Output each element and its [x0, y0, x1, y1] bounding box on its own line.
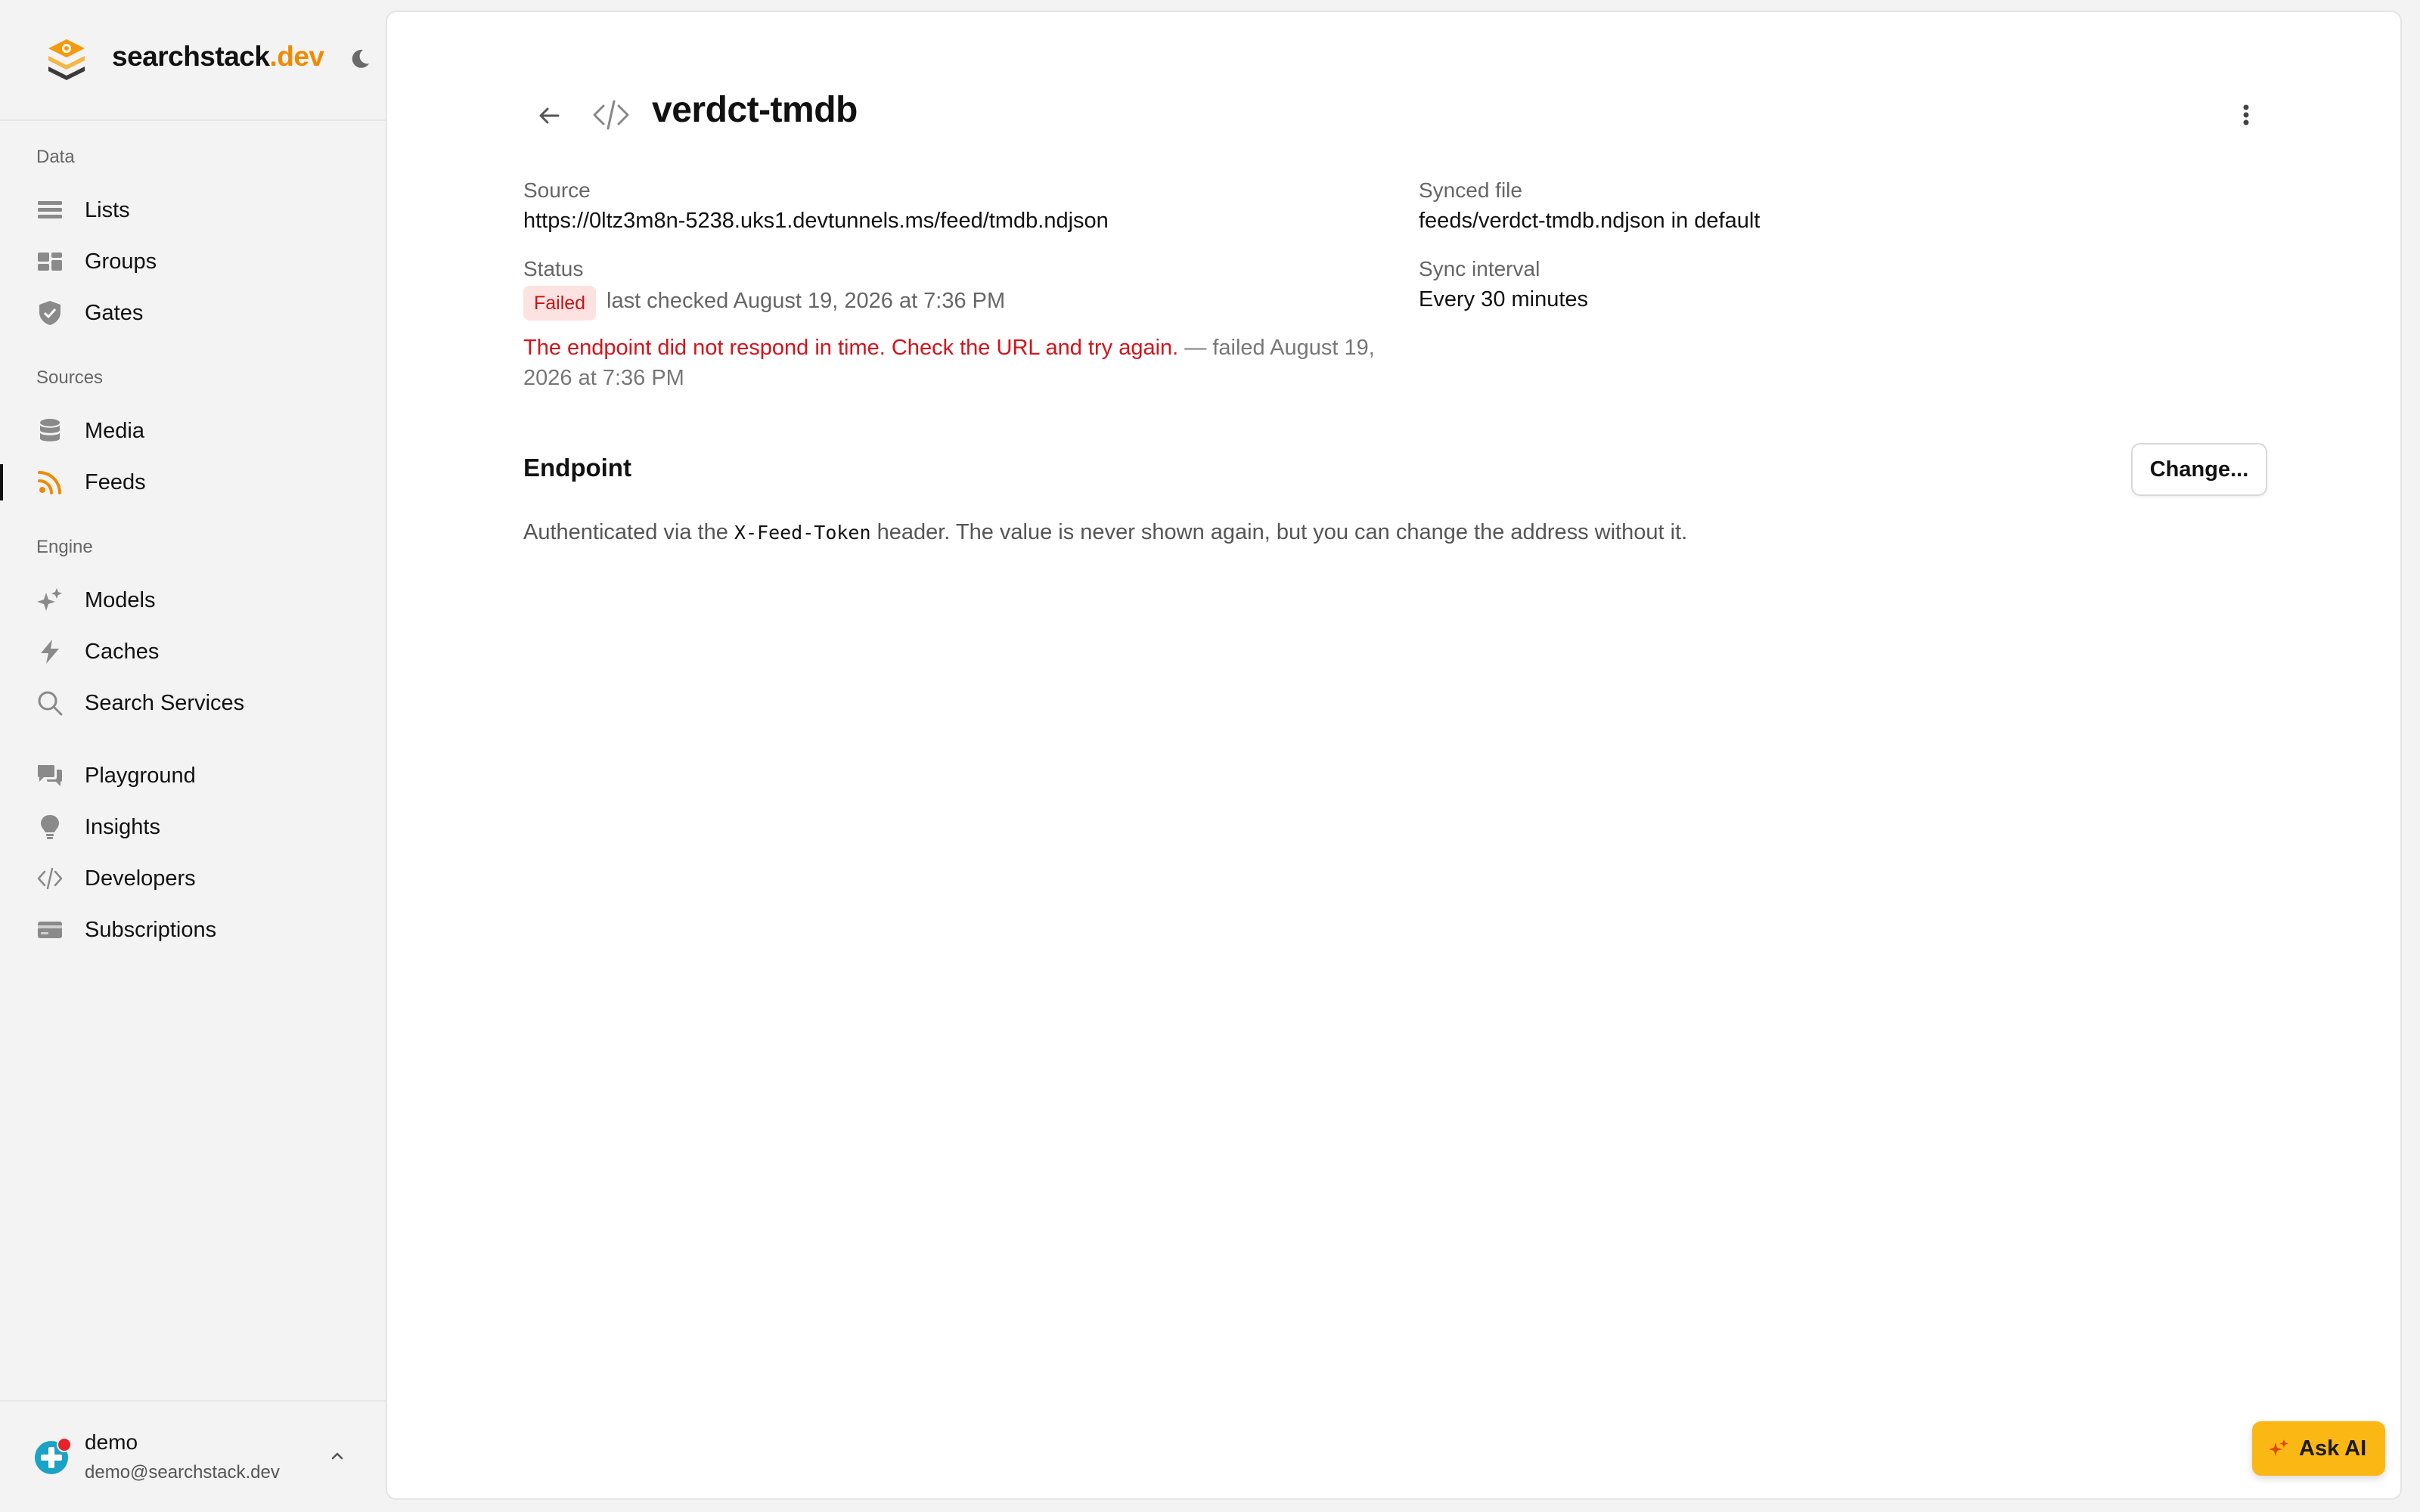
list-icon	[38, 201, 62, 218]
sidebar-item-label: Developers	[85, 866, 196, 891]
nav-section-sources: Sources	[36, 367, 104, 388]
status-badge: Failed	[523, 286, 597, 321]
chevron-up-icon[interactable]	[327, 1445, 348, 1467]
sidebar-item-feeds[interactable]: Feeds	[0, 458, 386, 507]
credit-card-icon	[38, 922, 62, 938]
error-notice: The endpoint did not respond in time. Ch…	[523, 333, 1378, 393]
back-arrow-icon[interactable]	[534, 100, 566, 132]
user-email: demo@searchstack.dev	[85, 1462, 280, 1483]
change-endpoint-button[interactable]: Change...	[2131, 443, 2267, 496]
groups-icon	[38, 253, 62, 271]
brand-header: searchstack.dev	[0, 0, 386, 121]
more-vertical-icon[interactable]	[2231, 98, 2261, 132]
sparkles-icon	[2269, 1439, 2288, 1456]
chat-bubbles-icon	[38, 765, 62, 786]
code-icon	[37, 867, 63, 890]
sidebar-item-subscriptions[interactable]: Subscriptions	[0, 906, 386, 954]
sidebar-item-caches[interactable]: Caches	[0, 627, 386, 676]
sidebar-item-groups[interactable]: Groups	[0, 237, 386, 286]
sidebar-item-playground[interactable]: Playground	[0, 751, 386, 800]
endpoint-heading: Endpoint	[523, 454, 631, 482]
sidebar-item-developers[interactable]: Developers	[0, 854, 386, 903]
sidebar-item-label: Search Services	[85, 691, 245, 715]
search-icon	[38, 691, 63, 716]
sidebar-item-label: Playground	[85, 764, 196, 788]
sidebar-item-label: Models	[85, 588, 156, 612]
logo-icon	[48, 39, 85, 80]
status-label: Status	[523, 257, 584, 280]
sidebar-item-label: Lists	[85, 198, 130, 222]
sidebar-item-label: Gates	[85, 301, 144, 325]
database-icon	[40, 419, 60, 442]
sidebar-item-label: Feeds	[85, 470, 146, 494]
synced-file-value: feeds/verdct-tmdb.ndjson in default	[1419, 209, 1761, 233]
sidebar-item-search-services[interactable]: Search Services	[0, 679, 386, 727]
nav-section-engine: Engine	[36, 537, 93, 557]
sidebar-item-lists[interactable]: Lists	[0, 186, 386, 234]
brand-name[interactable]: searchstack.dev	[112, 41, 324, 73]
sidebar: searchstack.dev Data Lists Groups Gates …	[0, 0, 386, 1512]
header-name-code: X-Feed-Token	[734, 522, 871, 544]
moon-icon[interactable]	[348, 47, 372, 71]
page-title: verdct-tmdb	[652, 90, 858, 130]
sidebar-item-label: Insights	[85, 815, 160, 839]
ask-ai-button[interactable]: Ask AI	[2252, 1421, 2385, 1476]
sidebar-item-media[interactable]: Media	[0, 407, 386, 455]
ask-ai-label: Ask AI	[2299, 1436, 2367, 1461]
code-icon	[593, 100, 629, 130]
endpoint-description: Authenticated via the X-Feed-Token heade…	[523, 520, 1688, 544]
sidebar-item-gates[interactable]: Gates	[0, 289, 386, 337]
source-label: Source	[523, 178, 591, 202]
sidebar-item-label: Media	[85, 419, 144, 443]
sidebar-item-insights[interactable]: Insights	[0, 803, 386, 851]
main-panel: verdct-tmdb Source https://0ltz3m8n-5238…	[386, 11, 2402, 1500]
shield-icon	[39, 301, 60, 325]
bolt-icon	[41, 640, 59, 664]
rss-icon	[38, 471, 61, 494]
sync-interval-value: Every 30 minutes	[1419, 287, 1589, 311]
lightbulb-icon	[41, 815, 59, 839]
error-message: The endpoint did not respond in time. Ch…	[523, 336, 1179, 360]
user-name: demo	[85, 1430, 138, 1454]
sparkles-icon	[37, 588, 62, 611]
sync-interval-label: Sync interval	[1419, 257, 1540, 280]
nav-section-data: Data	[36, 147, 75, 167]
synced-file-label: Synced file	[1419, 178, 1522, 202]
sidebar-item-models[interactable]: Models	[0, 576, 386, 624]
user-menu[interactable]: demo demo@searchstack.dev	[0, 1400, 386, 1512]
sidebar-item-label: Subscriptions	[85, 918, 217, 942]
source-value: https://0ltz3m8n-5238.uks1.devtunnels.ms…	[523, 209, 1109, 233]
status-last-checked: last checked August 19, 2026 at 7:36 PM	[607, 289, 1006, 313]
sidebar-item-label: Groups	[85, 249, 157, 274]
sidebar-item-label: Caches	[85, 640, 160, 664]
avatar	[35, 1437, 72, 1474]
